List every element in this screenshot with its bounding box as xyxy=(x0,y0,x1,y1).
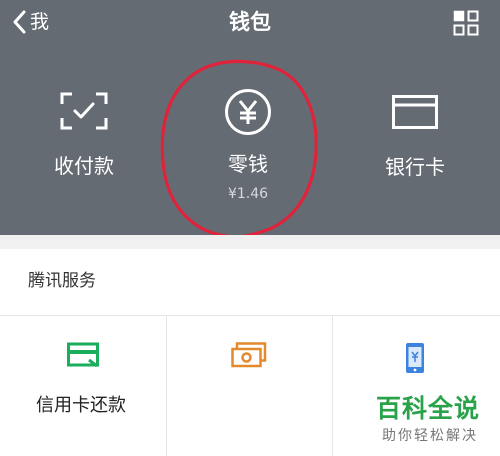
watermark-logo: 百科全说 助你轻松解决 xyxy=(356,392,500,456)
service-item[interactable] xyxy=(166,316,333,456)
yuan-coin-icon xyxy=(225,89,271,135)
tencent-services-header: 腾讯服务 xyxy=(0,249,500,316)
watermark-title: 百科全说 xyxy=(376,394,481,423)
service-label: 信用卡还款 xyxy=(36,395,126,416)
receive-pay-button[interactable]: 收付款 xyxy=(9,92,159,180)
scan-pay-icon xyxy=(60,92,108,130)
bank-card-label: 银行卡 xyxy=(385,155,445,179)
page-title: 钱包 xyxy=(229,10,271,34)
navigation-bar: 我 钱包 xyxy=(0,0,500,46)
bank-card-button[interactable]: 银行卡 xyxy=(340,95,490,181)
wallet-header: 我 钱包 收付款 零钱 ¥1.46 银行卡 xyxy=(0,0,500,240)
grid-menu-icon[interactable] xyxy=(453,10,479,36)
section-title: 腾讯服务 xyxy=(28,271,96,291)
service-credit-card-repay[interactable]: 信用卡还款 xyxy=(0,316,167,456)
change-label: 零钱 xyxy=(228,152,268,176)
cash-bill-icon xyxy=(231,342,267,368)
credit-card-icon xyxy=(67,342,99,368)
bank-card-icon xyxy=(392,95,438,129)
watermark-subtitle: 助你轻松解决 xyxy=(382,428,478,444)
mobile-phone-icon xyxy=(406,343,424,373)
change-balance-button[interactable]: 零钱 ¥1.46 xyxy=(173,88,323,203)
receive-pay-label: 收付款 xyxy=(54,154,114,178)
section-divider xyxy=(0,235,500,249)
change-amount: ¥1.46 xyxy=(227,186,269,202)
